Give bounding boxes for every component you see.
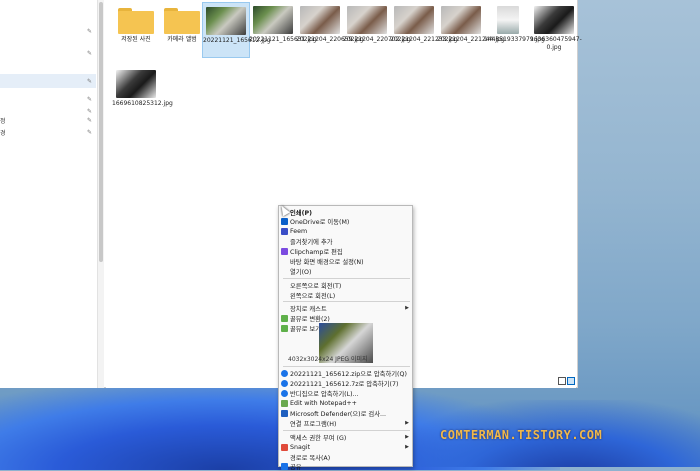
file-item[interactable]: 카메라 앨범	[158, 2, 206, 44]
notepadpp-icon	[281, 399, 288, 407]
file-item[interactable]: 20221204_220702.jpg	[343, 2, 411, 44]
snagit-icon	[281, 443, 288, 451]
defender-shield-icon	[281, 409, 288, 417]
menu-item-set-wallpaper[interactable]: 바탕 화면 배경으로 설정(N)	[279, 256, 412, 266]
image-thumbnail	[116, 70, 156, 98]
menu-separator	[283, 301, 410, 302]
menu-separator	[283, 366, 410, 367]
pin-icon: ✎	[86, 49, 92, 57]
file-item[interactable]: 1669610825312.jpg	[112, 66, 173, 108]
file-item[interactable]: 1448519337979.jpg	[484, 2, 545, 44]
nav-item[interactable]: ✎	[0, 46, 96, 60]
menu-item-notepadpp[interactable]: Edit with Notepad++	[279, 398, 412, 408]
details-view-icon[interactable]	[558, 377, 566, 385]
honeyview-icon	[281, 314, 288, 322]
image-thumbnail	[497, 6, 519, 34]
bandizip-icon	[281, 369, 288, 377]
share-icon	[281, 462, 288, 470]
menu-item-cast[interactable]: 장치로 캐스트 ▶	[279, 303, 412, 313]
menu-item-share[interactable]: 공유	[279, 461, 412, 471]
onedrive-icon	[281, 217, 288, 225]
large-icons-view-icon[interactable]	[567, 377, 575, 385]
menu-item-bandizip[interactable]: 반디집으로 압축하기(L)...	[279, 388, 412, 398]
bandizip-icon	[281, 389, 288, 397]
pin-icon: ✎	[86, 95, 92, 103]
menu-item-give-access[interactable]: 액세스 권한 부여 (G) ▶	[279, 432, 412, 442]
menu-separator	[283, 278, 410, 279]
folder-icon	[164, 6, 200, 34]
bandizip-icon	[281, 379, 288, 387]
nav-item[interactable]: ✎	[0, 24, 96, 38]
navigation-pane: ✎ ✎ ✎ ✎ ✎ 정 ✎ 경 ✎	[0, 0, 98, 388]
submenu-arrow-icon: ▶	[405, 434, 409, 440]
submenu-arrow-icon: ▶	[405, 305, 409, 311]
file-item[interactable]: 20221204_220659.jpg	[296, 2, 364, 44]
nav-item[interactable]: 경 ✎	[0, 125, 96, 139]
menu-item-open[interactable]: 열기(O)	[279, 266, 412, 276]
image-thumbnail	[441, 6, 481, 34]
feem-icon	[281, 227, 288, 235]
file-item[interactable]: 20221204_221244.jpg	[437, 2, 505, 44]
pin-icon: ✎	[86, 116, 92, 124]
image-thumbnail	[253, 6, 293, 34]
menu-item-rotate-left[interactable]: 왼쪽으로 회전(L)	[279, 290, 412, 300]
pin-icon: ✎	[86, 128, 92, 136]
honeyview-icon	[281, 324, 288, 332]
nav-scrollbar[interactable]	[98, 0, 104, 388]
menu-item-feem[interactable]: Feem	[279, 226, 412, 236]
context-menu: 인쇄(P) OneDrive로 이동(M) Feem 즐겨찾기에 추가 Clip…	[278, 205, 413, 471]
menu-item-clipchamp[interactable]: Clipchamp로 편집	[279, 246, 412, 256]
menu-item-defender[interactable]: Microsoft Defender(으)로 검사...	[279, 408, 412, 418]
menu-item-honeyview-convert[interactable]: 꿀뷰로 변환(2)	[279, 313, 412, 323]
menu-item-snagit[interactable]: Snagit ▶	[279, 442, 412, 452]
file-item-selected[interactable]: 20221121_165612.jpg	[202, 2, 271, 58]
image-thumbnail	[347, 6, 387, 34]
menu-separator	[283, 430, 410, 431]
menu-item-open-with[interactable]: 연결 프로그램(H) ▶	[279, 418, 412, 428]
submenu-arrow-icon: ▶	[405, 420, 409, 426]
file-item[interactable]: 저장된 사진	[112, 2, 160, 44]
menu-item-zip[interactable]: 20221121_165612.zip으로 압축하기(Q)	[279, 368, 412, 378]
file-item[interactable]: 20221204_221233.jpg	[390, 2, 458, 44]
file-item[interactable]: 1636360475947-0.jpg	[530, 2, 582, 52]
watermark: COMTERMAN.TISTORY.COM	[440, 428, 603, 442]
pin-icon: ✎	[86, 77, 92, 85]
scrollbar-thumb[interactable]	[99, 2, 103, 262]
image-thumbnail	[534, 6, 574, 34]
image-thumbnail	[394, 6, 434, 34]
menu-item-onedrive[interactable]: OneDrive로 이동(M)	[279, 216, 412, 226]
menu-item-favorites[interactable]: 즐겨찾기에 추가	[279, 236, 412, 246]
clipchamp-icon	[281, 247, 288, 255]
pin-icon: ✎	[86, 27, 92, 35]
menu-item-7z[interactable]: 20221121_165612.7z로 압축하기(7)	[279, 378, 412, 388]
submenu-arrow-icon: ▶	[405, 444, 409, 450]
image-thumbnail	[206, 7, 246, 35]
preview-caption: 4032x3024x24 JPEG 이미지	[288, 356, 368, 363]
folder-icon	[118, 6, 154, 34]
image-thumbnail	[300, 6, 340, 34]
file-item[interactable]: 20221121_165631.jpg	[249, 2, 317, 44]
menu-item-rotate-right[interactable]: 오른쪽으로 회전(T)	[279, 280, 412, 290]
nav-item-selected[interactable]: ✎	[0, 74, 96, 88]
